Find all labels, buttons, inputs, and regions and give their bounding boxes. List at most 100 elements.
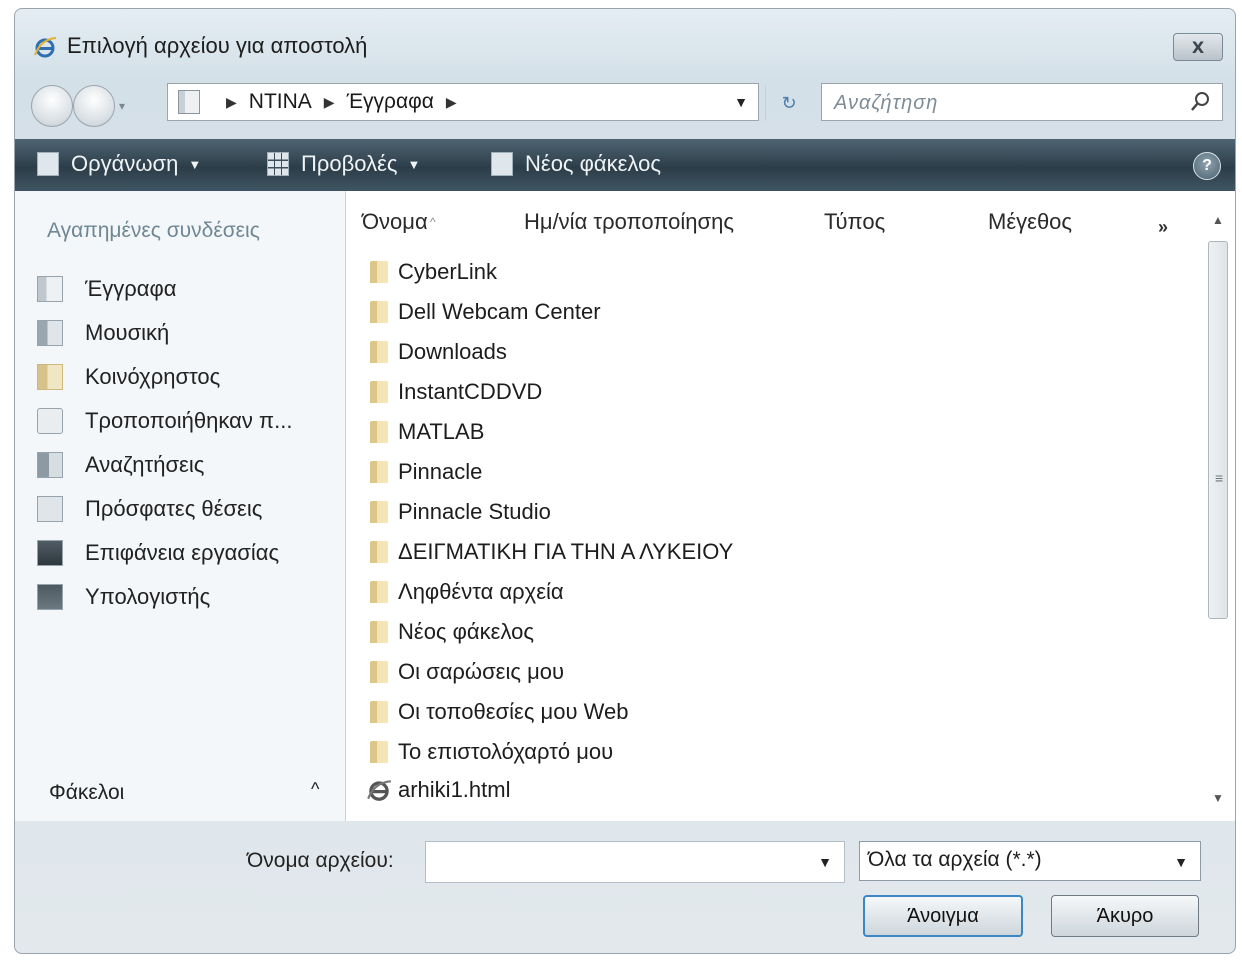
breadcrumb-item-ntina[interactable]: NTINA	[249, 90, 312, 114]
folder-icon	[370, 621, 388, 643]
music-icon	[37, 320, 63, 346]
column-header-size[interactable]: Μέγεθος	[988, 209, 1072, 235]
file-name: Pinnacle	[398, 459, 483, 484]
open-button[interactable]: Άνοιγμα	[863, 895, 1023, 937]
file-name: MATLAB	[398, 419, 485, 444]
search-input[interactable]: Αναζήτηση	[821, 83, 1223, 121]
computer-icon	[37, 584, 63, 610]
filter-dropdown-icon[interactable]: ▼	[1174, 854, 1188, 870]
recent-places-icon	[37, 496, 63, 522]
sidebar-item-music[interactable]: Μουσική	[37, 313, 169, 353]
views-dropdown-icon: ▼	[407, 156, 421, 172]
address-bar[interactable]: ▶ NTINA ▶ Έγγραφα ▶ ▼	[167, 83, 759, 121]
sidebar-item-label: Μουσική	[85, 320, 170, 345]
sidebar-item-shared[interactable]: Κοινόχρηστος	[37, 357, 220, 397]
file-name: Ληφθέντα αρχεία	[398, 579, 564, 604]
sidebar-item-label: Τροποποιήθηκαν π...	[85, 408, 293, 433]
sidebar-item-searches[interactable]: Αναζητήσεις	[37, 445, 204, 485]
organize-button[interactable]: Οργάνωση ▼	[37, 151, 201, 177]
views-label: Προβολές	[301, 151, 398, 176]
new-folder-button[interactable]: Νέος φάκελος	[491, 151, 661, 177]
shared-folder-icon	[37, 364, 63, 390]
recently-changed-icon	[37, 408, 63, 434]
scroll-up-icon[interactable]: ▲	[1212, 213, 1224, 227]
scroll-down-icon[interactable]: ▼	[1212, 791, 1224, 805]
folder-icon	[370, 701, 388, 723]
list-item[interactable]: Pinnacle Studio	[370, 493, 551, 531]
recent-pages-dropdown-icon[interactable]: ▾	[119, 99, 125, 113]
navigation-pane: Αγαπημένες συνδέσεις Έγγραφα Μουσική Κοι…	[15, 191, 346, 821]
list-item[interactable]: MATLAB	[370, 413, 484, 451]
file-type-filter-select[interactable]: Όλα τα αρχεία (*.*) ▼	[859, 841, 1201, 881]
list-item[interactable]: ΔΕΙΓΜΑΤΙΚΗ ΓΙΑ ΤΗΝ Α ΛΥΚΕΙΟΥ	[370, 533, 733, 571]
folder-icon	[370, 381, 388, 403]
breadcrumb-separator-icon[interactable]: ▶	[324, 94, 335, 111]
internet-explorer-icon	[34, 37, 57, 58]
filename-combobox[interactable]: ▼	[425, 841, 845, 883]
folder-icon	[370, 301, 388, 323]
filename-dropdown-icon[interactable]: ▼	[818, 854, 832, 870]
address-dropdown-icon[interactable]: ▼	[734, 94, 748, 110]
views-button[interactable]: Προβολές ▼	[267, 151, 420, 177]
more-columns-button[interactable]: »	[1158, 217, 1168, 238]
search-icon[interactable]	[1188, 90, 1212, 114]
file-name: Pinnacle Studio	[398, 499, 551, 524]
close-button[interactable]: X	[1173, 33, 1223, 61]
title-bar: Επιλογή αρχείου για αποστολή X	[15, 9, 1235, 79]
file-name: arhiki1.html	[398, 777, 511, 802]
command-toolbar: Οργάνωση ▼ Προβολές ▼ Νέος φάκελος ?	[15, 139, 1235, 191]
chevron-up-icon[interactable]: ^	[311, 779, 319, 800]
back-button[interactable]	[31, 85, 73, 127]
folder-icon	[370, 341, 388, 363]
help-button[interactable]: ?	[1193, 152, 1221, 180]
forward-button[interactable]	[73, 85, 115, 127]
file-name: Νέος φάκελος	[398, 619, 534, 644]
breadcrumb-separator-icon[interactable]: ▶	[226, 94, 237, 111]
search-placeholder: Αναζήτηση	[834, 92, 939, 114]
list-item[interactable]: InstantCDDVD	[370, 373, 542, 411]
sidebar-item-recently-changed[interactable]: Τροποποιήθηκαν π...	[37, 401, 292, 441]
sidebar-item-label: Έγγραφα	[85, 276, 177, 301]
list-item[interactable]: Ληφθέντα αρχεία	[370, 573, 564, 611]
dialog-footer: Όνομα αρχείου: ▼ Όλα τα αρχεία (*.*) ▼ Ά…	[15, 821, 1235, 953]
scrollbar-thumb[interactable]: ≡	[1208, 241, 1228, 619]
file-name: Downloads	[398, 339, 507, 364]
list-item[interactable]: Νέος φάκελος	[370, 613, 534, 651]
list-item[interactable]: Οι τοποθεσίες μου Web	[370, 693, 628, 731]
cancel-button[interactable]: Άκυρο	[1051, 895, 1199, 937]
window-title: Επιλογή αρχείου για αποστολή	[67, 33, 368, 58]
breadcrumb-separator-icon[interactable]: ▶	[446, 94, 457, 111]
list-item[interactable]: Dell Webcam Center	[370, 293, 601, 331]
sidebar-item-computer[interactable]: Υπολογιστής	[37, 577, 210, 617]
navigation-bar: ▾ ▶ NTINA ▶ Έγγραφα ▶ ▼ ↻ Αναζήτηση	[15, 79, 1235, 131]
column-header-label: Όνομα	[362, 209, 428, 234]
refresh-icon: ↻	[781, 92, 797, 114]
vertical-scrollbar[interactable]: ▲ ≡ ▼	[1206, 191, 1230, 821]
folder-location-icon	[178, 90, 200, 114]
folder-icon	[370, 541, 388, 563]
desktop-icon	[37, 540, 63, 566]
list-item[interactable]: Οι σαρώσεις μου	[370, 653, 564, 691]
sidebar-item-desktop[interactable]: Επιφάνεια εργασίας	[37, 533, 279, 573]
list-item[interactable]: CyberLink	[370, 253, 497, 291]
organize-label: Οργάνωση	[71, 151, 179, 176]
sidebar-item-label: Πρόσφατες θέσεις	[85, 496, 263, 521]
folder-icon	[370, 581, 388, 603]
file-type-filter-value: Όλα τα αρχεία (*.*)	[868, 848, 1042, 871]
column-header-type[interactable]: Τύπος	[824, 209, 885, 235]
list-item[interactable]: arhiki1.html	[366, 771, 510, 809]
column-header-name[interactable]: ^ Όνομα	[362, 209, 436, 235]
refresh-button[interactable]: ↻	[765, 85, 812, 121]
column-header-date-modified[interactable]: Ημ/νία τροποποίησης	[524, 209, 734, 235]
sidebar-item-recent-places[interactable]: Πρόσφατες θέσεις	[37, 489, 262, 529]
folder-icon	[370, 741, 388, 763]
folders-toggle[interactable]: Φάκελοι	[49, 781, 124, 805]
file-name: ΔΕΙΓΜΑΤΙΚΗ ΓΙΑ ΤΗΝ Α ΛΥΚΕΙΟΥ	[398, 539, 734, 564]
searches-icon	[37, 452, 63, 478]
list-item[interactable]: Pinnacle	[370, 453, 482, 491]
sidebar-item-documents[interactable]: Έγγραφα	[37, 269, 176, 309]
breadcrumb-item-documents[interactable]: Έγγραφα	[347, 90, 434, 114]
list-item[interactable]: Το επιστολόχαρτό μου	[370, 733, 613, 771]
views-icon	[267, 152, 289, 176]
list-item[interactable]: Downloads	[370, 333, 507, 371]
